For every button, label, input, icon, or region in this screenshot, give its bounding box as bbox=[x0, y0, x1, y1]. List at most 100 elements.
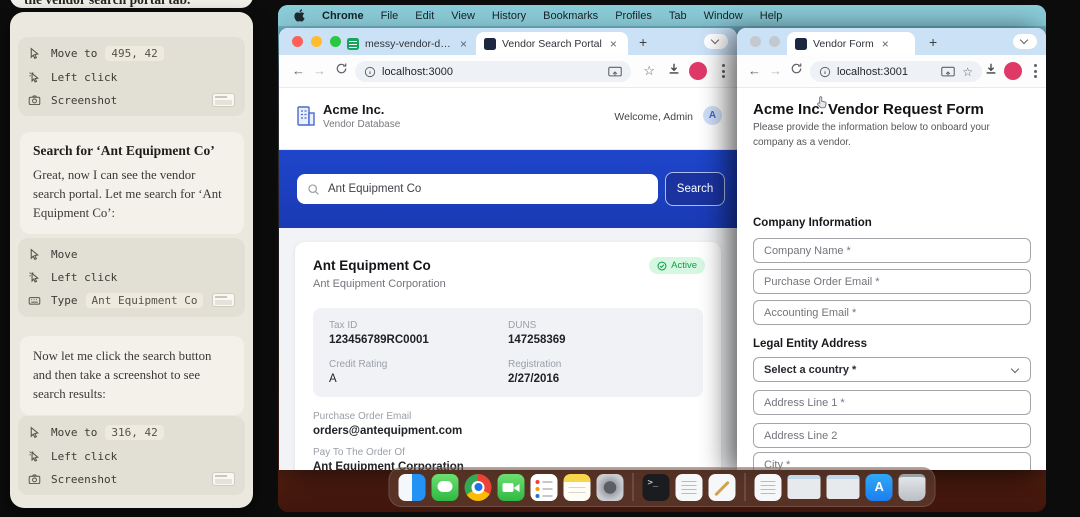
chevron-down-icon bbox=[1011, 365, 1019, 373]
profile-avatar[interactable] bbox=[1004, 62, 1022, 80]
menubar-app-name[interactable]: Chrome bbox=[322, 10, 364, 22]
close-tab-icon[interactable]: × bbox=[460, 37, 467, 51]
action-left-click: Left click bbox=[28, 70, 235, 84]
search-banner: Ant Equipment Co Search bbox=[279, 150, 737, 228]
chrome-menu-icon[interactable] bbox=[722, 64, 725, 78]
url-text: localhost:3000 bbox=[382, 66, 453, 78]
menu-bookmarks[interactable]: Bookmarks bbox=[543, 10, 598, 22]
tab-vendor-form[interactable]: Vendor Form × bbox=[787, 32, 915, 55]
cursor-click-icon bbox=[28, 270, 43, 284]
bookmark-star-icon[interactable]: ☆ bbox=[643, 63, 655, 79]
search-button[interactable]: Search bbox=[665, 172, 725, 206]
notes-dock-icon[interactable] bbox=[564, 474, 591, 501]
menu-tab[interactable]: Tab bbox=[669, 10, 687, 22]
user-avatar[interactable]: A bbox=[703, 106, 722, 125]
macos-menubar: Chrome File Edit View History Bookmarks … bbox=[278, 5, 1046, 26]
mouse-cursor-hand bbox=[814, 95, 829, 115]
back-button[interactable]: ← bbox=[748, 63, 761, 78]
file-dock-icon[interactable] bbox=[755, 474, 782, 501]
menu-history[interactable]: History bbox=[492, 10, 526, 22]
tab-messy-vendor-data[interactable]: messy-vendor-data - Googl × bbox=[339, 32, 475, 55]
portal-header: Acme Inc. Vendor Database Welcome, Admin… bbox=[279, 88, 737, 150]
company-name-field[interactable]: Company Name * bbox=[753, 238, 1031, 263]
screenshot-thumbnail[interactable] bbox=[212, 293, 235, 307]
profile-avatar[interactable] bbox=[689, 62, 707, 80]
chrome-menu-icon[interactable] bbox=[1034, 64, 1037, 78]
screenshot-thumbnail[interactable] bbox=[212, 93, 235, 107]
form-favicon bbox=[795, 38, 807, 50]
minimized-window-thumbnail[interactable] bbox=[827, 475, 860, 499]
cast-icon[interactable] bbox=[608, 66, 622, 78]
tab-search-chevron[interactable] bbox=[1013, 34, 1037, 49]
dock-separator bbox=[633, 473, 634, 501]
textedit-dock-icon[interactable] bbox=[709, 474, 736, 501]
settings-dock-icon[interactable] bbox=[597, 474, 624, 501]
tab-vendor-search-portal[interactable]: Vendor Search Portal × bbox=[476, 32, 628, 55]
close-window-button[interactable] bbox=[292, 36, 303, 47]
address-line-1-field[interactable]: Address Line 1 * bbox=[753, 390, 1031, 415]
document-dock-icon[interactable] bbox=[676, 474, 703, 501]
dock-separator bbox=[745, 473, 746, 501]
close-tab-icon[interactable]: × bbox=[882, 37, 889, 51]
menu-window[interactable]: Window bbox=[704, 10, 743, 22]
vendor-name: Ant Equipment Co bbox=[313, 258, 703, 273]
menu-profiles[interactable]: Profiles bbox=[615, 10, 652, 22]
close-tab-icon[interactable]: × bbox=[610, 37, 617, 51]
bookmark-star-icon[interactable]: ☆ bbox=[962, 65, 973, 79]
apple-logo-icon[interactable] bbox=[294, 9, 305, 22]
agent-action-block-3: Move to 316, 42 Left click Screenshot bbox=[18, 416, 245, 495]
app-store-dock-icon[interactable] bbox=[866, 474, 893, 501]
download-icon[interactable] bbox=[667, 62, 681, 81]
camera-icon bbox=[28, 472, 43, 486]
reminders-dock-icon[interactable] bbox=[531, 474, 558, 501]
finder-dock-icon[interactable] bbox=[399, 474, 426, 501]
action-move-to: Move to 495, 42 bbox=[28, 46, 235, 61]
download-icon[interactable] bbox=[984, 62, 998, 81]
cast-icon[interactable] bbox=[941, 66, 955, 78]
new-tab-button[interactable]: + bbox=[639, 34, 647, 50]
portal-brand-subtitle: Vendor Database bbox=[323, 119, 400, 130]
agent-message-body: Great, now I can see the vendor search p… bbox=[33, 166, 231, 223]
forward-button[interactable]: → bbox=[769, 63, 782, 78]
minimize-window-button[interactable] bbox=[311, 36, 322, 47]
po-email-field[interactable]: Purchase Order Email * bbox=[753, 269, 1031, 294]
minimized-window-thumbnail[interactable] bbox=[788, 475, 821, 499]
chrome-dock-icon[interactable] bbox=[465, 474, 492, 501]
agent-message-1: Search for ‘Ant Equipment Co’ Great, now… bbox=[20, 132, 244, 234]
vendor-search-input[interactable]: Ant Equipment Co bbox=[297, 174, 658, 204]
address-bar[interactable]: localhost:3001 ☆ bbox=[810, 61, 982, 82]
menu-view[interactable]: View bbox=[451, 10, 475, 22]
portal-favicon bbox=[484, 38, 496, 50]
screenshot-thumbnail[interactable] bbox=[212, 472, 235, 486]
section-company-information: Company Information bbox=[753, 217, 872, 229]
menu-help[interactable]: Help bbox=[760, 10, 783, 22]
action-move-to: Move to 316, 42 bbox=[28, 425, 235, 440]
menu-file[interactable]: File bbox=[381, 10, 399, 22]
facetime-dock-icon[interactable] bbox=[498, 474, 525, 501]
minimize-window-button[interactable] bbox=[769, 36, 780, 47]
address-line-2-field[interactable]: Address Line 2 bbox=[753, 423, 1031, 448]
address-bar[interactable]: localhost:3000 bbox=[355, 61, 631, 82]
new-tab-button[interactable]: + bbox=[929, 34, 937, 50]
menu-edit[interactable]: Edit bbox=[415, 10, 434, 22]
vendor-portal-page: Acme Inc. Vendor Database Welcome, Admin… bbox=[279, 88, 737, 470]
close-window-button[interactable] bbox=[750, 36, 761, 47]
cursor-click-icon bbox=[28, 70, 43, 84]
forward-button[interactable]: → bbox=[313, 63, 326, 78]
back-button[interactable]: ← bbox=[292, 63, 305, 78]
tab-search-chevron[interactable] bbox=[704, 34, 728, 49]
country-select[interactable]: Select a country * bbox=[753, 357, 1031, 382]
field-duns: DUNS 147258369 bbox=[508, 320, 687, 346]
messages-dock-icon[interactable] bbox=[432, 474, 459, 501]
reload-icon[interactable] bbox=[790, 62, 803, 80]
terminal-dock-icon[interactable] bbox=[643, 474, 670, 501]
action-screenshot: Screenshot bbox=[28, 93, 235, 107]
accounting-email-field[interactable]: Accounting Email * bbox=[753, 300, 1031, 325]
agent-transcript-panel: Move to 495, 42 Left click Screenshot Se… bbox=[10, 12, 253, 508]
reload-icon[interactable] bbox=[335, 62, 348, 80]
clipped-text: the vendor search portal tab. bbox=[24, 0, 190, 8]
trash-dock-icon[interactable] bbox=[899, 474, 926, 501]
agent-message-2: Now let me click the search button and t… bbox=[20, 336, 244, 415]
tab-strip: Vendor Form × + bbox=[737, 28, 1046, 55]
vendor-details-panel: Tax ID 123456789RC0001 DUNS 147258369 Cr… bbox=[313, 308, 703, 397]
